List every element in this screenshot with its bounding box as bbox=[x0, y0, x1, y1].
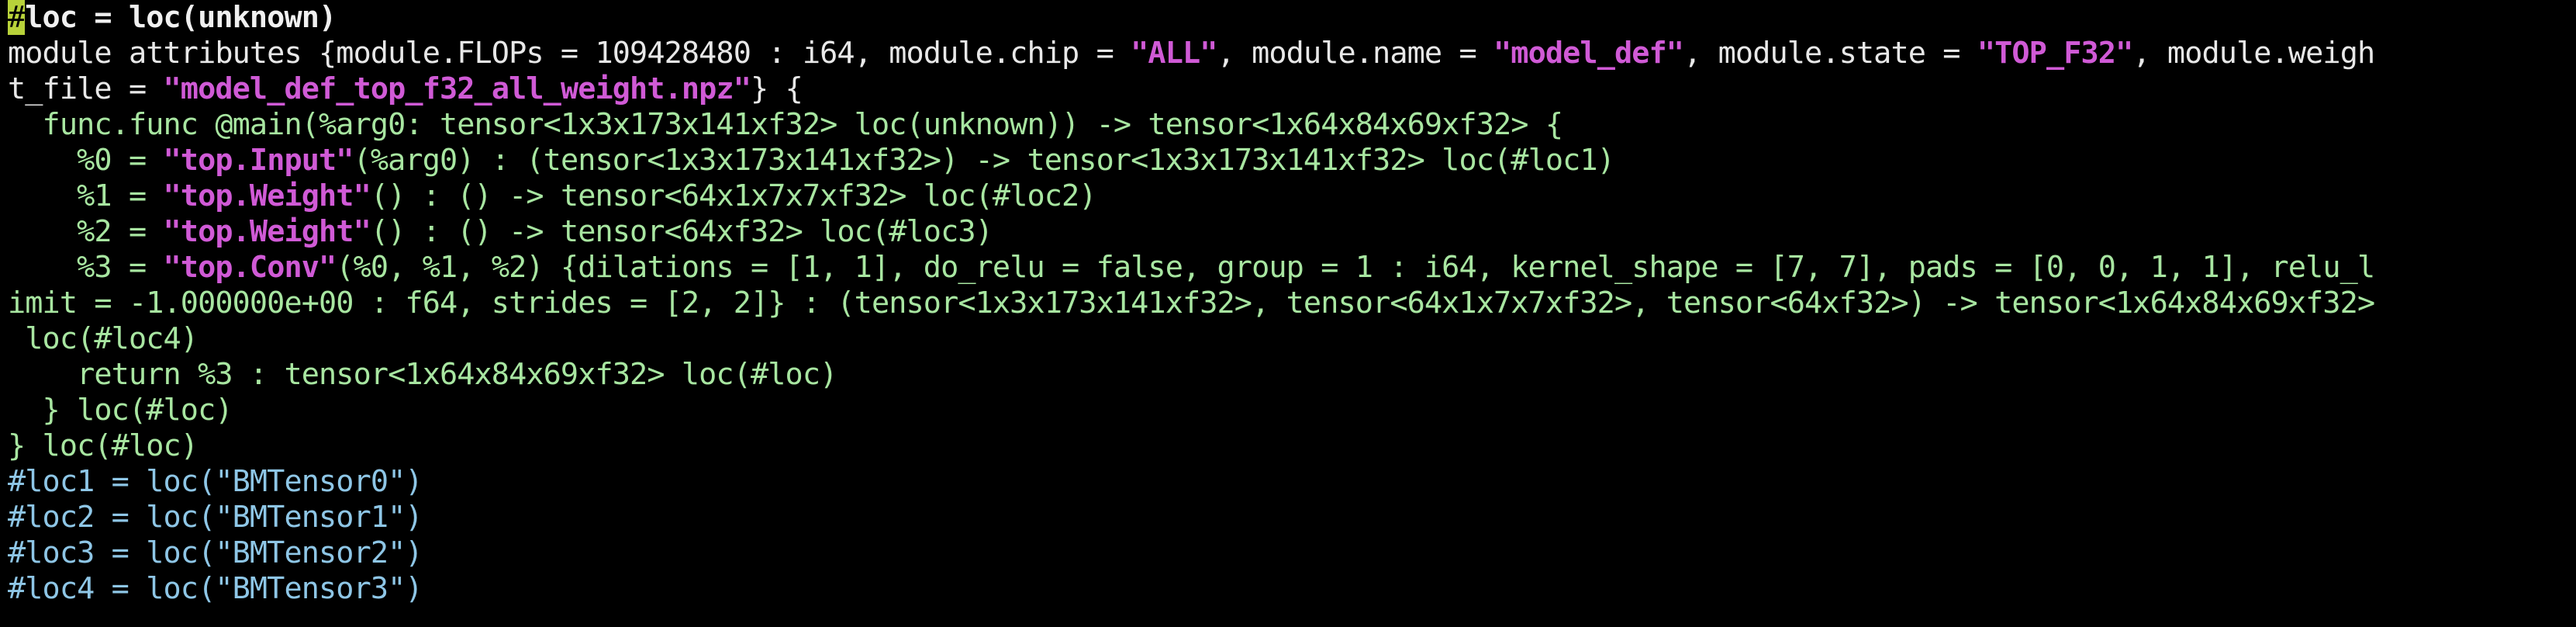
code-token: , module.name = bbox=[1217, 36, 1494, 71]
code-line[interactable]: %3 = "top.Conv"(%0, %1, %2) {dilations =… bbox=[8, 250, 2375, 286]
code-token: return %3 : tensor<1x64x84x69xf32> loc(#… bbox=[8, 357, 837, 392]
code-token: t_file = bbox=[8, 71, 164, 106]
code-token: "top.Weight" bbox=[163, 178, 371, 213]
code-token: (%arg0) : (tensor<1x3x173x141xf32>) -> t… bbox=[353, 143, 1615, 178]
code-token: "TOP_F32" bbox=[1977, 36, 2133, 71]
code-token: (%0, %1, %2) {dilations = [1, 1], do_rel… bbox=[336, 250, 2375, 285]
code-line[interactable]: return %3 : tensor<1x64x84x69xf32> loc(#… bbox=[8, 357, 2374, 393]
code-token: %3 = bbox=[8, 250, 164, 285]
code-line[interactable]: %0 = "top.Input"(%arg0) : (tensor<1x3x17… bbox=[8, 143, 2374, 178]
text-cursor: # bbox=[8, 0, 26, 35]
code-token: loc(#loc4) bbox=[8, 321, 199, 356]
code-token: %0 = bbox=[8, 143, 164, 178]
code-line[interactable]: } loc(#loc) bbox=[8, 428, 2374, 464]
code-line[interactable]: } loc(#loc) bbox=[8, 393, 2374, 428]
code-token: loc = loc(unknown) bbox=[25, 0, 337, 35]
code-line[interactable]: t_file = "model_def_top_f32_all_weight.n… bbox=[8, 71, 2374, 107]
code-token: %2 = bbox=[8, 214, 164, 249]
code-editor[interactable]: #loc = loc(unknown) module attributes {mo… bbox=[8, 0, 2375, 607]
code-token: module attributes {module.FLOPs = 109428… bbox=[8, 36, 1131, 71]
code-line[interactable]: func.func @main(%arg0: tensor<1x3x173x14… bbox=[8, 107, 2374, 143]
code-token: #loc4 = loc("BMTensor3") bbox=[8, 571, 423, 606]
code-token: #loc3 = loc("BMTensor2") bbox=[8, 535, 423, 570]
code-token: } loc(#loc) bbox=[8, 393, 233, 428]
code-token: , module.weigh bbox=[2132, 36, 2375, 71]
code-token: () : () -> tensor<64xf32> loc(#loc3) bbox=[370, 214, 993, 249]
code-line[interactable]: #loc = loc(unknown) bbox=[8, 0, 2374, 36]
code-token: %1 = bbox=[8, 178, 164, 213]
code-token: "top.Conv" bbox=[163, 250, 337, 285]
code-token: "model_def_top_f32_all_weight.npz" bbox=[163, 71, 751, 106]
code-line[interactable]: %1 = "top.Weight"() : () -> tensor<64x1x… bbox=[8, 178, 2374, 214]
code-line[interactable]: #loc2 = loc("BMTensor1") bbox=[8, 500, 2374, 535]
code-line[interactable]: #loc4 = loc("BMTensor3") bbox=[8, 571, 2374, 607]
code-token: "top.Input" bbox=[163, 143, 354, 178]
code-line[interactable]: imit = -1.000000e+00 : f64, strides = [2… bbox=[8, 286, 2375, 321]
code-token: "model_def" bbox=[1493, 36, 1684, 71]
code-token: #loc1 = loc("BMTensor0") bbox=[8, 464, 423, 499]
code-token: "top.Weight" bbox=[163, 214, 371, 249]
code-token: , module.state = bbox=[1683, 36, 1977, 71]
code-line[interactable]: #loc1 = loc("BMTensor0") bbox=[8, 464, 2374, 500]
code-token: func.func @main(%arg0: tensor<1x3x173x14… bbox=[8, 107, 1563, 142]
code-line[interactable]: #loc3 = loc("BMTensor2") bbox=[8, 535, 2374, 571]
code-token: #loc2 = loc("BMTensor1") bbox=[8, 500, 423, 535]
code-token: imit = -1.000000e+00 : f64, strides = [2… bbox=[8, 286, 2375, 320]
code-line[interactable]: module attributes {module.FLOPs = 109428… bbox=[8, 36, 2375, 71]
code-token: } loc(#loc) bbox=[8, 428, 199, 463]
code-token: } { bbox=[751, 71, 803, 106]
terminal-window[interactable]: #loc = loc(unknown) module attributes {mo… bbox=[0, 0, 2576, 627]
code-token: () : () -> tensor<64x1x7x7xf32> loc(#loc… bbox=[370, 178, 1097, 213]
code-line[interactable]: %2 = "top.Weight"() : () -> tensor<64xf3… bbox=[8, 214, 2374, 250]
code-line[interactable]: loc(#loc4) bbox=[8, 321, 2374, 357]
code-token: "ALL" bbox=[1131, 36, 1217, 71]
